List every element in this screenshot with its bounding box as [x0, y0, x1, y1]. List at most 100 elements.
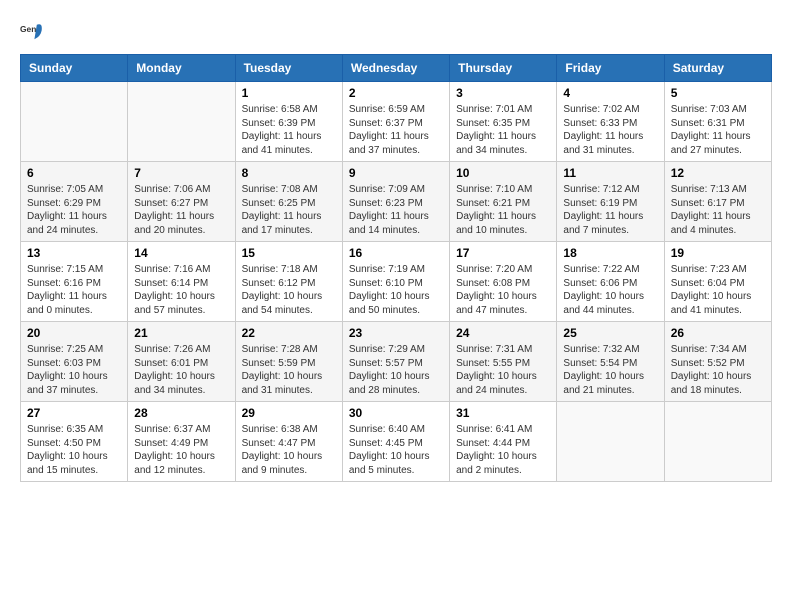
day-number: 28	[134, 406, 228, 420]
cell-content: 31Sunrise: 6:41 AM Sunset: 4:44 PM Dayli…	[456, 406, 550, 477]
calendar-table: SundayMondayTuesdayWednesdayThursdayFrid…	[20, 54, 772, 482]
calendar-cell	[557, 402, 664, 482]
cell-info: Sunrise: 7:01 AM Sunset: 6:35 PM Dayligh…	[456, 103, 550, 157]
day-number: 15	[242, 246, 336, 260]
cell-info: Sunrise: 7:10 AM Sunset: 6:21 PM Dayligh…	[456, 183, 550, 237]
cell-content: 12 Sunrise: 7:13 AM Sunset: 6:17 PM Dayli…	[671, 166, 765, 237]
day-number: 6	[27, 166, 121, 180]
cell-content: 17Sunrise: 7:20 AM Sunset: 6:08 PM Dayli…	[456, 246, 550, 317]
cell-info: Sunrise: 7:16 AM Sunset: 6:14 PM Dayligh…	[134, 263, 228, 317]
calendar-cell: 7 Sunrise: 7:06 AM Sunset: 6:27 PM Daylig…	[128, 162, 235, 242]
day-number: 4	[563, 86, 657, 100]
cell-content: 10Sunrise: 7:10 AM Sunset: 6:21 PM Dayli…	[456, 166, 550, 237]
day-number: 25	[563, 326, 657, 340]
cell-info: Sunrise: 6:41 AM Sunset: 4:44 PM Dayligh…	[456, 423, 550, 477]
cell-content: 4Sunrise: 7:02 AM Sunset: 6:33 PM Daylig…	[563, 86, 657, 157]
weekday-header-saturday: Saturday	[664, 55, 771, 82]
calendar-cell: 28 Sunrise: 6:37 AM Sunset: 4:49 PM Dayli…	[128, 402, 235, 482]
day-number: 13	[27, 246, 121, 260]
calendar-cell: 10Sunrise: 7:10 AM Sunset: 6:21 PM Dayli…	[450, 162, 557, 242]
day-number: 19	[671, 246, 765, 260]
cell-info: Sunrise: 6:35 AM Sunset: 4:50 PM Dayligh…	[27, 423, 121, 477]
calendar-cell	[664, 402, 771, 482]
calendar-cell: 25 Sunrise: 7:32 AM Sunset: 5:54 PM Dayli…	[557, 322, 664, 402]
calendar-cell: 29Sunrise: 6:38 AM Sunset: 4:47 PM Dayli…	[235, 402, 342, 482]
cell-content: 22 Sunrise: 7:28 AM Sunset: 5:59 PM Dayli…	[242, 326, 336, 397]
cell-info: Sunrise: 7:18 AM Sunset: 6:12 PM Dayligh…	[242, 263, 336, 317]
calendar-cell: 24 Sunrise: 7:31 AM Sunset: 5:55 PM Dayli…	[450, 322, 557, 402]
day-number: 16	[349, 246, 443, 260]
calendar-cell: 13Sunrise: 7:15 AM Sunset: 6:16 PM Dayli…	[21, 242, 128, 322]
calendar-cell: 21Sunrise: 7:26 AM Sunset: 6:01 PM Dayli…	[128, 322, 235, 402]
cell-content: 2 Sunrise: 6:59 AM Sunset: 6:37 PM Daylig…	[349, 86, 443, 157]
calendar-cell: 5Sunrise: 7:03 AM Sunset: 6:31 PM Daylig…	[664, 82, 771, 162]
cell-content: 16Sunrise: 7:19 AM Sunset: 6:10 PM Dayli…	[349, 246, 443, 317]
cell-info: Sunrise: 7:25 AM Sunset: 6:03 PM Dayligh…	[27, 343, 121, 397]
day-number: 7	[134, 166, 228, 180]
cell-content: 3 Sunrise: 7:01 AM Sunset: 6:35 PM Daylig…	[456, 86, 550, 157]
cell-content: 11Sunrise: 7:12 AM Sunset: 6:19 PM Dayli…	[563, 166, 657, 237]
day-number: 21	[134, 326, 228, 340]
cell-info: Sunrise: 7:06 AM Sunset: 6:27 PM Dayligh…	[134, 183, 228, 237]
cell-info: Sunrise: 6:40 AM Sunset: 4:45 PM Dayligh…	[349, 423, 443, 477]
cell-content: 15 Sunrise: 7:18 AM Sunset: 6:12 PM Dayli…	[242, 246, 336, 317]
cell-content: 18 Sunrise: 7:22 AM Sunset: 6:06 PM Dayli…	[563, 246, 657, 317]
cell-content: 6Sunrise: 7:05 AM Sunset: 6:29 PM Daylig…	[27, 166, 121, 237]
day-number: 1	[242, 86, 336, 100]
cell-info: Sunrise: 6:37 AM Sunset: 4:49 PM Dayligh…	[134, 423, 228, 477]
weekday-header-friday: Friday	[557, 55, 664, 82]
cell-content: 19 Sunrise: 7:23 AM Sunset: 6:04 PM Dayli…	[671, 246, 765, 317]
calendar-cell: 1Sunrise: 6:58 AM Sunset: 6:39 PM Daylig…	[235, 82, 342, 162]
cell-info: Sunrise: 7:09 AM Sunset: 6:23 PM Dayligh…	[349, 183, 443, 237]
calendar-cell: 15 Sunrise: 7:18 AM Sunset: 6:12 PM Dayli…	[235, 242, 342, 322]
cell-info: Sunrise: 7:28 AM Sunset: 5:59 PM Dayligh…	[242, 343, 336, 397]
cell-info: Sunrise: 7:23 AM Sunset: 6:04 PM Dayligh…	[671, 263, 765, 317]
day-number: 8	[242, 166, 336, 180]
cell-info: Sunrise: 7:29 AM Sunset: 5:57 PM Dayligh…	[349, 343, 443, 397]
cell-info: Sunrise: 7:32 AM Sunset: 5:54 PM Dayligh…	[563, 343, 657, 397]
calendar-cell: 27 Sunrise: 6:35 AM Sunset: 4:50 PM Dayli…	[21, 402, 128, 482]
cell-content: 13Sunrise: 7:15 AM Sunset: 6:16 PM Dayli…	[27, 246, 121, 317]
cell-content: 7 Sunrise: 7:06 AM Sunset: 6:27 PM Daylig…	[134, 166, 228, 237]
cell-info: Sunrise: 6:59 AM Sunset: 6:37 PM Dayligh…	[349, 103, 443, 157]
weekday-header-wednesday: Wednesday	[342, 55, 449, 82]
calendar-cell: 11Sunrise: 7:12 AM Sunset: 6:19 PM Dayli…	[557, 162, 664, 242]
weekday-header-monday: Monday	[128, 55, 235, 82]
calendar-cell: 3 Sunrise: 7:01 AM Sunset: 6:35 PM Daylig…	[450, 82, 557, 162]
cell-content: 27 Sunrise: 6:35 AM Sunset: 4:50 PM Dayli…	[27, 406, 121, 477]
cell-content: 9Sunrise: 7:09 AM Sunset: 6:23 PM Daylig…	[349, 166, 443, 237]
weekday-header-sunday: Sunday	[21, 55, 128, 82]
svg-text:Gen: Gen	[20, 24, 36, 34]
day-number: 24	[456, 326, 550, 340]
cell-info: Sunrise: 6:38 AM Sunset: 4:47 PM Dayligh…	[242, 423, 336, 477]
cell-info: Sunrise: 7:08 AM Sunset: 6:25 PM Dayligh…	[242, 183, 336, 237]
calendar-cell: 23Sunrise: 7:29 AM Sunset: 5:57 PM Dayli…	[342, 322, 449, 402]
calendar-cell: 9Sunrise: 7:09 AM Sunset: 6:23 PM Daylig…	[342, 162, 449, 242]
day-number: 14	[134, 246, 228, 260]
cell-content: 24 Sunrise: 7:31 AM Sunset: 5:55 PM Dayli…	[456, 326, 550, 397]
calendar-cell: 20 Sunrise: 7:25 AM Sunset: 6:03 PM Dayli…	[21, 322, 128, 402]
cell-info: Sunrise: 7:34 AM Sunset: 5:52 PM Dayligh…	[671, 343, 765, 397]
day-number: 22	[242, 326, 336, 340]
day-number: 18	[563, 246, 657, 260]
cell-content: 20 Sunrise: 7:25 AM Sunset: 6:03 PM Dayli…	[27, 326, 121, 397]
calendar-cell: 26Sunrise: 7:34 AM Sunset: 5:52 PM Dayli…	[664, 322, 771, 402]
cell-content: 21Sunrise: 7:26 AM Sunset: 6:01 PM Dayli…	[134, 326, 228, 397]
cell-content: 25 Sunrise: 7:32 AM Sunset: 5:54 PM Dayli…	[563, 326, 657, 397]
calendar-cell: 2 Sunrise: 6:59 AM Sunset: 6:37 PM Daylig…	[342, 82, 449, 162]
cell-info: Sunrise: 7:20 AM Sunset: 6:08 PM Dayligh…	[456, 263, 550, 317]
cell-content: 8 Sunrise: 7:08 AM Sunset: 6:25 PM Daylig…	[242, 166, 336, 237]
cell-info: Sunrise: 7:13 AM Sunset: 6:17 PM Dayligh…	[671, 183, 765, 237]
day-number: 2	[349, 86, 443, 100]
day-number: 3	[456, 86, 550, 100]
day-number: 27	[27, 406, 121, 420]
cell-info: Sunrise: 7:22 AM Sunset: 6:06 PM Dayligh…	[563, 263, 657, 317]
calendar-cell: 31Sunrise: 6:41 AM Sunset: 4:44 PM Dayli…	[450, 402, 557, 482]
day-number: 12	[671, 166, 765, 180]
weekday-header-thursday: Thursday	[450, 55, 557, 82]
calendar-cell: 6Sunrise: 7:05 AM Sunset: 6:29 PM Daylig…	[21, 162, 128, 242]
day-number: 20	[27, 326, 121, 340]
cell-info: Sunrise: 7:31 AM Sunset: 5:55 PM Dayligh…	[456, 343, 550, 397]
cell-content: 14 Sunrise: 7:16 AM Sunset: 6:14 PM Dayli…	[134, 246, 228, 317]
calendar-cell: 18 Sunrise: 7:22 AM Sunset: 6:06 PM Dayli…	[557, 242, 664, 322]
